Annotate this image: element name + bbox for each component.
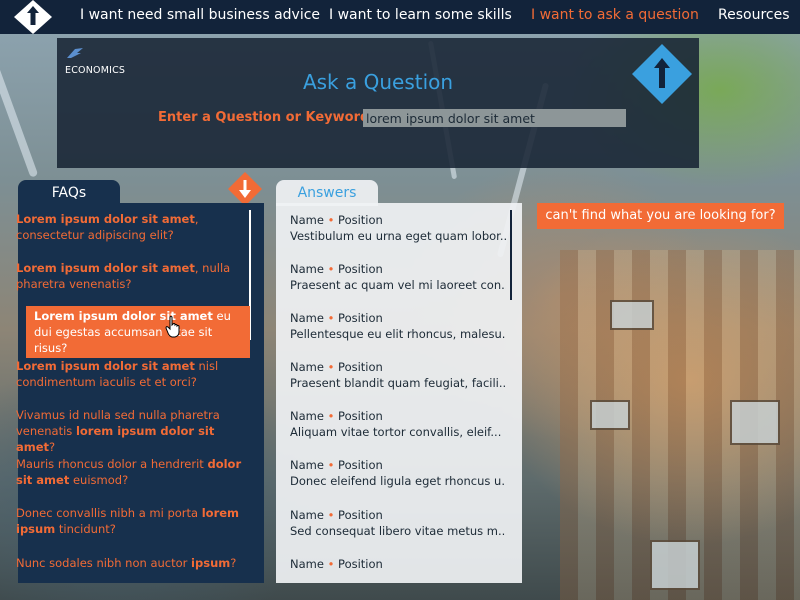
separator-dot: • bbox=[327, 360, 335, 374]
answer-author-position: Position bbox=[338, 409, 383, 423]
faq-item-keyword: ipsum bbox=[191, 556, 231, 570]
nav-learn-skills[interactable]: I want to learn some skills bbox=[329, 7, 512, 23]
answer-author-position: Position bbox=[338, 311, 383, 325]
question-input[interactable] bbox=[363, 109, 626, 127]
answer-text: Praesent ac quam vel mi laoreet con... bbox=[290, 278, 506, 292]
answer-author-position: Position bbox=[338, 213, 383, 227]
answer-text: Sed consequat libero vitae metus m... bbox=[290, 524, 506, 538]
bird-icon bbox=[65, 46, 125, 63]
nav-ask-question[interactable]: I want to ask a question bbox=[531, 7, 699, 23]
faq-item-text: ? bbox=[49, 440, 56, 454]
background-window bbox=[730, 400, 780, 445]
answer-author-position: Position bbox=[338, 262, 383, 276]
faq-item-text: Nunc sodales nibh non auctor bbox=[16, 556, 192, 570]
faq-item-keyword: Lorem ipsum dolor sit amet bbox=[16, 261, 195, 275]
faq-item-text: euismod? bbox=[69, 473, 129, 487]
faq-item[interactable]: Lorem ipsum dolor sit amet, consectetur … bbox=[16, 211, 244, 243]
faq-item-selected[interactable]: Lorem ipsum dolor sit amet eu dui egesta… bbox=[26, 306, 250, 358]
answer-meta: Name • Position bbox=[290, 556, 506, 572]
hand-cursor-icon bbox=[165, 316, 181, 338]
answer-author-name: Name bbox=[290, 557, 324, 571]
answer-item[interactable]: Name • Position Praesent ac quam vel mi … bbox=[290, 261, 506, 293]
answer-author-position: Position bbox=[338, 508, 383, 522]
answer-meta: Name • Position bbox=[290, 310, 506, 326]
answer-text: Praesent blandit quam feugiat, facili... bbox=[290, 376, 506, 390]
answer-author-name: Name bbox=[290, 458, 324, 472]
separator-dot: • bbox=[327, 508, 335, 522]
answer-author-name: Name bbox=[290, 311, 324, 325]
answer-item[interactable]: Name • Position bbox=[290, 556, 506, 572]
faq-item-text: ? bbox=[230, 556, 237, 570]
answer-author-position: Position bbox=[338, 360, 383, 374]
faq-item-text: tincidunt? bbox=[55, 522, 116, 536]
page-title: Ask a Question bbox=[302, 70, 454, 94]
answer-author-name: Name bbox=[290, 508, 324, 522]
question-header-panel: ECONOMICS Ask a Question Enter a Questio… bbox=[57, 38, 699, 168]
cant-find-button[interactable]: can't find what you are looking for? bbox=[537, 203, 784, 229]
answer-author-name: Name bbox=[290, 213, 324, 227]
answer-item[interactable]: Name • Position Sed consequat libero vit… bbox=[290, 507, 506, 539]
arrow-up-diamond-icon[interactable] bbox=[14, 0, 52, 34]
answer-item[interactable]: Name • Position Vestibulum eu urna eget … bbox=[290, 212, 506, 244]
answer-meta: Name • Position bbox=[290, 507, 506, 523]
ascend-nyc-logo bbox=[632, 44, 692, 104]
faq-item[interactable]: Lorem ipsum dolor sit amet, nulla pharet… bbox=[16, 260, 244, 292]
answer-author-name: Name bbox=[290, 262, 324, 276]
separator-dot: • bbox=[327, 557, 335, 571]
separator-dot: • bbox=[327, 409, 335, 423]
background-window bbox=[590, 400, 630, 430]
background-window bbox=[610, 300, 654, 330]
arrow-down-icon[interactable] bbox=[228, 172, 262, 206]
separator-dot: • bbox=[327, 262, 335, 276]
nav-resources[interactable]: Resources bbox=[718, 7, 790, 23]
answer-text: Pellentesque eu elit rhoncus, malesu... bbox=[290, 327, 506, 341]
answer-meta: Name • Position bbox=[290, 457, 506, 473]
background-window bbox=[650, 540, 700, 590]
answer-author-position: Position bbox=[338, 458, 383, 472]
answer-text: Vestibulum eu urna eget quam lobor... bbox=[290, 229, 506, 243]
separator-dot: • bbox=[327, 458, 335, 472]
faq-item-text: Donec convallis nibh a mi porta bbox=[16, 506, 202, 520]
faq-item-keyword: Lorem ipsum dolor sit amet bbox=[16, 212, 195, 226]
faq-item[interactable]: Nunc sodales nibh non auctor ipsum? bbox=[16, 555, 244, 571]
question-label: Enter a Question or Keyword: bbox=[158, 110, 375, 125]
separator-dot: • bbox=[327, 213, 335, 227]
separator-dot: • bbox=[327, 311, 335, 325]
faq-item[interactable]: Vivamus id nulla sed nulla pharetra vene… bbox=[16, 407, 244, 455]
answers-scrollbar[interactable] bbox=[510, 210, 512, 300]
answer-author-name: Name bbox=[290, 409, 324, 423]
top-nav: I want need small business advice I want… bbox=[0, 0, 800, 34]
answer-item[interactable]: Name • Position Aliquam vitae tortor con… bbox=[290, 408, 506, 440]
faq-item-keyword: Lorem ipsum dolor sit amet bbox=[16, 359, 195, 373]
answer-text: Donec eleifend ligula eget rhoncus u... bbox=[290, 474, 506, 488]
faq-item-text: Mauris rhoncus dolor a hendrerit bbox=[16, 457, 208, 471]
answer-author-name: Name bbox=[290, 360, 324, 374]
answer-meta: Name • Position bbox=[290, 212, 506, 228]
answer-author-position: Position bbox=[338, 557, 383, 571]
faq-item[interactable]: Lorem ipsum dolor sit amet nisl condimen… bbox=[16, 358, 244, 390]
nav-small-business-advice[interactable]: I want need small business advice bbox=[80, 7, 320, 23]
answer-item[interactable]: Name • Position Pellentesque eu elit rho… bbox=[290, 310, 506, 342]
answer-meta: Name • Position bbox=[290, 408, 506, 424]
faq-item-keyword: Lorem ipsum dolor sit amet bbox=[34, 309, 213, 323]
answer-text: Aliquam vitae tortor convallis, eleif... bbox=[290, 425, 502, 439]
answer-item[interactable]: Name • Position Donec eleifend ligula eg… bbox=[290, 457, 506, 489]
faq-item[interactable]: Mauris rhoncus dolor a hendrerit dolor s… bbox=[16, 456, 244, 488]
answer-meta: Name • Position bbox=[290, 261, 506, 277]
answer-meta: Name • Position bbox=[290, 359, 506, 375]
answer-item[interactable]: Name • Position Praesent blandit quam fe… bbox=[290, 359, 506, 391]
faq-item[interactable]: Donec convallis nibh a mi porta lorem ip… bbox=[16, 505, 244, 537]
